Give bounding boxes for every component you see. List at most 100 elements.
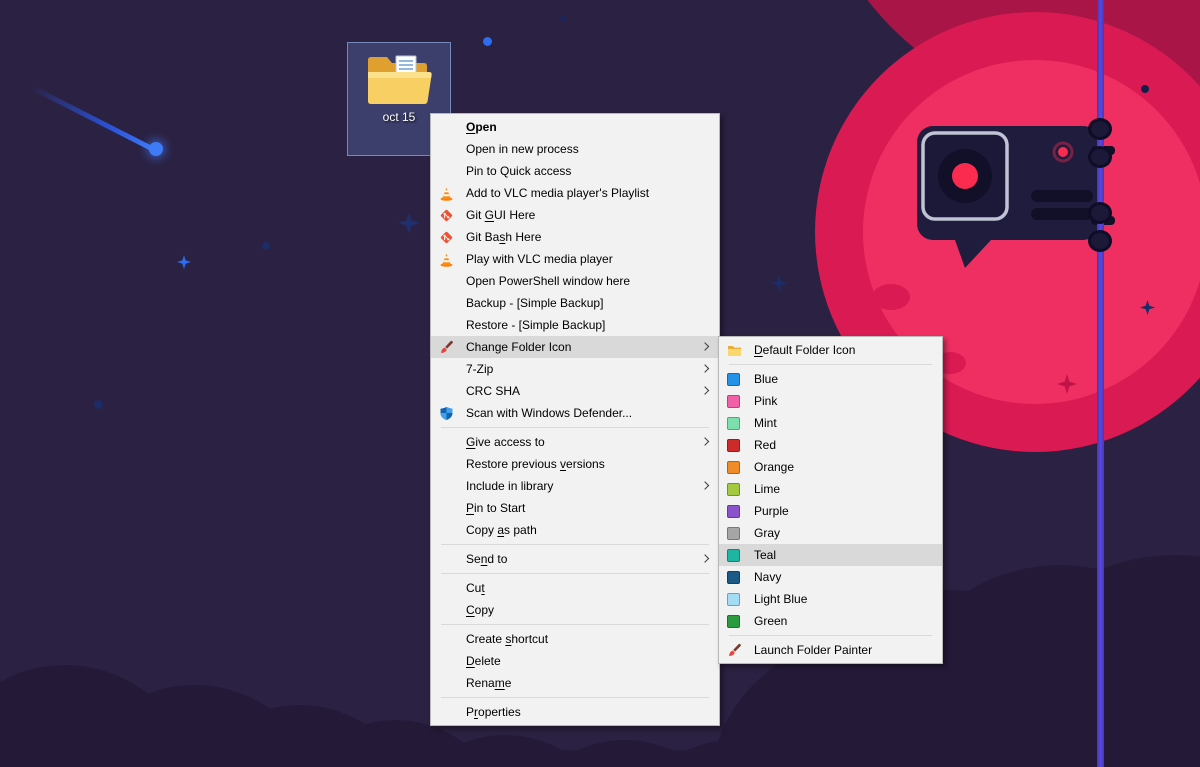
color-swatch-blue: [727, 373, 740, 386]
submenu-arrow-icon: [701, 437, 709, 445]
menu-item-label: Give access to: [466, 435, 545, 449]
icon-placeholder: [439, 580, 459, 596]
desktop[interactable]: { "desktop": { "folder_icon": { "label":…: [0, 0, 1200, 767]
color-swatch: [727, 393, 747, 409]
menu-item-include-in-library[interactable]: Include in library: [431, 475, 719, 497]
submenu-arrow-icon: [701, 364, 709, 372]
folder-icon: [727, 342, 747, 358]
menu-item-label: Launch Folder Painter: [754, 643, 872, 657]
icon-placeholder: [439, 456, 459, 472]
menu-item-cut[interactable]: Cut: [431, 577, 719, 599]
menu-item-create-shortcut[interactable]: Create shortcut: [431, 628, 719, 650]
menu-item-purple[interactable]: Purple: [719, 500, 942, 522]
menu-item-mint[interactable]: Mint: [719, 412, 942, 434]
defender-icon: [439, 405, 459, 421]
color-swatch-lime: [727, 483, 740, 496]
menu-item-change-folder-icon[interactable]: Change Folder Icon: [431, 336, 719, 358]
menu-item-open-powershell-window-here[interactable]: Open PowerShell window here: [431, 270, 719, 292]
menu-item-label: Scan with Windows Defender...: [466, 406, 632, 420]
menu-item-properties[interactable]: Properties: [431, 701, 719, 723]
menu-item-red[interactable]: Red: [719, 434, 942, 456]
menu-item-default-folder-icon[interactable]: Default Folder Icon: [719, 339, 942, 361]
menu-item-rename[interactable]: Rename: [431, 672, 719, 694]
color-swatch-purple: [727, 505, 740, 518]
menu-item-label: Blue: [754, 372, 778, 386]
menu-item-label: Open: [466, 120, 497, 134]
menu-item-crc-sha[interactable]: CRC SHA: [431, 380, 719, 402]
color-swatch: [727, 415, 747, 431]
icon-placeholder: [439, 478, 459, 494]
color-swatch-mint: [727, 417, 740, 430]
menu-item-add-to-vlc-media-player-s-playlist[interactable]: Add to VLC media player's Playlist: [431, 182, 719, 204]
icon-placeholder: [439, 675, 459, 691]
color-swatch-red: [727, 439, 740, 452]
folder-name: oct 15: [383, 110, 416, 124]
menu-item-orange[interactable]: Orange: [719, 456, 942, 478]
menu-item-label: Send to: [466, 552, 507, 566]
zipline-coil: [1088, 230, 1112, 252]
menu-item-label: Red: [754, 438, 776, 452]
menu-item-light-blue[interactable]: Light Blue: [719, 588, 942, 610]
change-folder-icon-submenu: Default Folder Icon Blue PinkMint Red Orange…: [718, 336, 943, 664]
menu-separator: [441, 427, 709, 428]
menu-item-blue[interactable]: Blue: [719, 368, 942, 390]
menu-item-copy-as-path[interactable]: Copy as path: [431, 519, 719, 541]
menu-item-label: Cut: [466, 581, 485, 595]
icon-placeholder: [439, 602, 459, 618]
menu-item-restore-simple-backup[interactable]: Restore - [Simple Backup]: [431, 314, 719, 336]
icon-placeholder: [439, 141, 459, 157]
icon-placeholder: [439, 631, 459, 647]
color-swatch-pink: [727, 395, 740, 408]
menu-item-open-in-new-process[interactable]: Open in new process: [431, 138, 719, 160]
submenu-arrow-icon: [701, 342, 709, 350]
icon-placeholder: [439, 434, 459, 450]
menu-item-label: Create shortcut: [466, 632, 548, 646]
menu-item-green[interactable]: Green: [719, 610, 942, 632]
brush-icon: [727, 642, 747, 658]
menu-item-label: Open PowerShell window here: [466, 274, 630, 288]
menu-item-label: Git GUI Here: [466, 208, 535, 222]
context-menu-list: Open Open in new process Pin to Quick acce…: [431, 116, 719, 723]
menu-item-navy[interactable]: Navy: [719, 566, 942, 588]
menu-item-launch-folder-painter[interactable]: Launch Folder Painter: [719, 639, 942, 661]
menu-item-pin-to-quick-access[interactable]: Pin to Quick access: [431, 160, 719, 182]
menu-item-send-to[interactable]: Send to: [431, 548, 719, 570]
menu-item-label: Gray: [754, 526, 780, 540]
menu-item-backup-simple-backup[interactable]: Backup - [Simple Backup]: [431, 292, 719, 314]
vlc-icon: [439, 251, 459, 267]
menu-separator: [729, 635, 932, 636]
menu-item-label: Pin to Quick access: [466, 164, 571, 178]
menu-item-delete[interactable]: Delete: [431, 650, 719, 672]
menu-item-label: Green: [754, 614, 787, 628]
color-swatch: [727, 371, 747, 387]
menu-item-play-with-vlc-media-player[interactable]: Play with VLC media player: [431, 248, 719, 270]
menu-item-7-zip[interactable]: 7-Zip: [431, 358, 719, 380]
icon-placeholder: [439, 317, 459, 333]
icon-placeholder: [439, 119, 459, 135]
menu-item-open[interactable]: Open: [431, 116, 719, 138]
color-swatch-orange: [727, 461, 740, 474]
menu-item-git-gui-here[interactable]: Git GUI Here: [431, 204, 719, 226]
menu-item-copy[interactable]: Copy: [431, 599, 719, 621]
menu-item-gray[interactable]: Gray: [719, 522, 942, 544]
menu-item-scan-with-windows-defender[interactable]: Scan with Windows Defender...: [431, 402, 719, 424]
color-swatch: [727, 437, 747, 453]
color-swatch-green: [727, 615, 740, 628]
menu-item-lime[interactable]: Lime: [719, 478, 942, 500]
menu-item-pin-to-start[interactable]: Pin to Start: [431, 497, 719, 519]
menu-item-label: Add to VLC media player's Playlist: [466, 186, 649, 200]
icon-placeholder: [439, 361, 459, 377]
menu-item-give-access-to[interactable]: Give access to: [431, 431, 719, 453]
menu-item-restore-previous-versions[interactable]: Restore previous versions: [431, 453, 719, 475]
submenu-arrow-icon: [701, 386, 709, 394]
color-swatch: [727, 503, 747, 519]
color-swatch: [727, 613, 747, 629]
menu-item-label: Backup - [Simple Backup]: [466, 296, 603, 310]
menu-item-pink[interactable]: Pink: [719, 390, 942, 412]
menu-item-teal[interactable]: Teal: [719, 544, 942, 566]
menu-item-label: Include in library: [466, 479, 553, 493]
icon-placeholder: [439, 551, 459, 567]
zipline-coil: [1088, 118, 1112, 140]
menu-item-git-bash-here[interactable]: Git Bash Here: [431, 226, 719, 248]
icon-placeholder: [439, 500, 459, 516]
